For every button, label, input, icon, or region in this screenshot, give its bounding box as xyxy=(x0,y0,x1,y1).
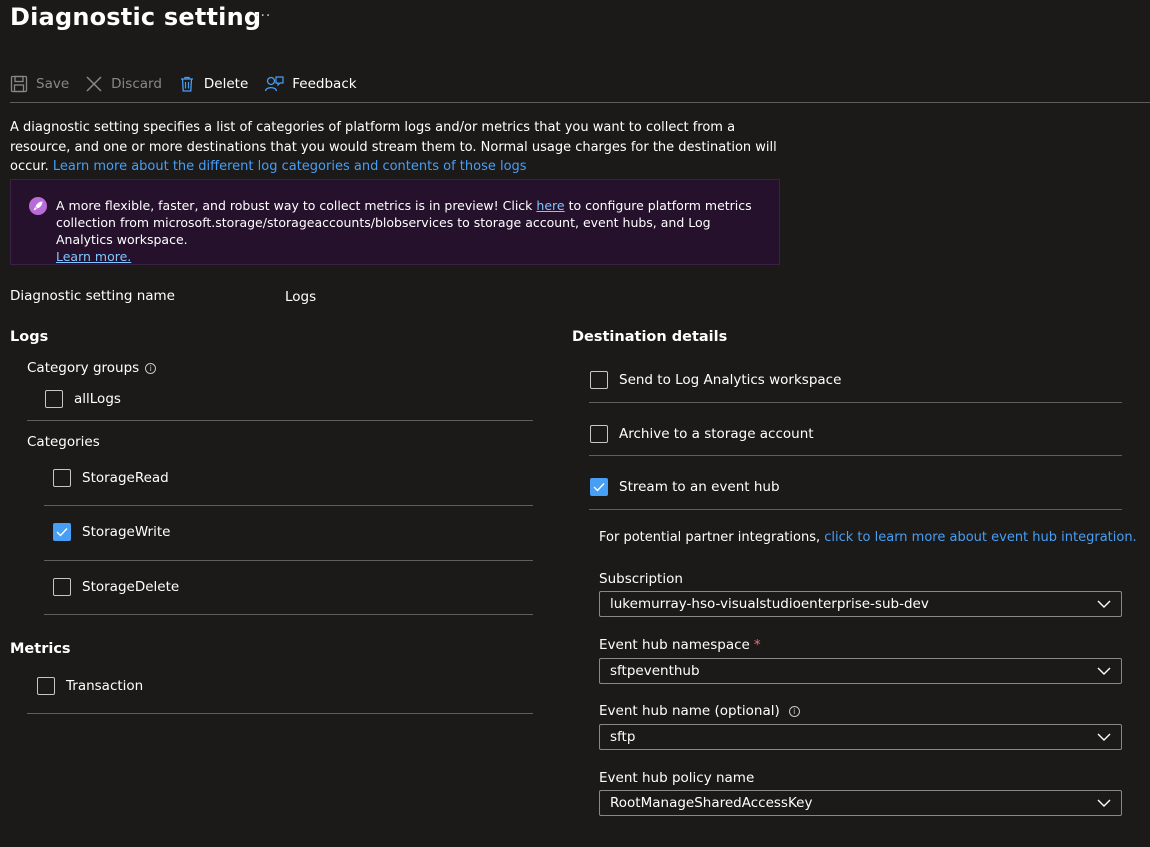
all-logs-checkbox[interactable] xyxy=(45,390,63,408)
all-logs-label: allLogs xyxy=(74,391,121,407)
partner-integrations: For potential partner integrations, clic… xyxy=(599,530,1137,545)
delete-label: Delete xyxy=(203,76,249,92)
discard-button[interactable]: Discard xyxy=(85,75,162,93)
all-logs-checkbox-row[interactable]: allLogs xyxy=(45,390,121,408)
namespace-label-text: Event hub namespace xyxy=(599,637,750,653)
categories-label: Categories xyxy=(27,434,100,450)
preview-banner: A more flexible, faster, and robust way … xyxy=(10,179,780,265)
destination-log-analytics[interactable]: Send to Log Analytics workspace xyxy=(590,371,841,389)
feedback-icon xyxy=(265,76,284,92)
destination-heading: Destination details xyxy=(572,329,728,345)
namespace-value: sftpeventhub xyxy=(610,663,700,679)
hub-name-dropdown[interactable]: sftp xyxy=(599,724,1122,750)
policy-label: Event hub policy name xyxy=(599,770,755,786)
storage-account-checkbox[interactable] xyxy=(590,425,608,443)
info-icon[interactable]: i xyxy=(145,362,157,374)
partner-text: For potential partner integrations, xyxy=(599,530,821,545)
namespace-label: Event hub namespace * xyxy=(599,637,761,653)
save-label: Save xyxy=(36,76,70,92)
transaction-checkbox[interactable] xyxy=(37,677,55,695)
metrics-heading: Metrics xyxy=(10,641,71,657)
required-marker: * xyxy=(753,637,761,653)
banner-message: A more flexible, faster, and robust way … xyxy=(56,197,771,265)
event-hub-integration-link[interactable]: click to learn more about event hub inte… xyxy=(824,530,1136,545)
log-analytics-label: Send to Log Analytics workspace xyxy=(619,372,842,388)
divider xyxy=(589,455,1122,456)
storage-read-checkbox[interactable] xyxy=(53,469,71,487)
save-icon xyxy=(10,75,28,93)
metric-transaction[interactable]: Transaction xyxy=(37,677,143,695)
delete-button[interactable]: Delete xyxy=(178,75,248,93)
divider xyxy=(44,614,533,615)
chevron-down-icon xyxy=(1097,733,1111,741)
namespace-dropdown[interactable]: sftpeventhub xyxy=(599,658,1122,684)
category-groups-label: Category groups i xyxy=(27,360,157,376)
more-options-button[interactable]: ··· xyxy=(255,8,271,24)
storage-write-label: StorageWrite xyxy=(82,524,171,540)
category-groups-text: Category groups xyxy=(27,360,140,376)
hub-name-label: Event hub name (optional) i xyxy=(599,703,800,719)
transaction-label: Transaction xyxy=(66,678,144,694)
event-hub-checkbox[interactable] xyxy=(590,478,608,496)
banner-text-before: A more flexible, faster, and robust way … xyxy=(56,198,533,213)
hub-name-label-text: Event hub name (optional) xyxy=(599,703,780,719)
subscription-dropdown[interactable]: lukemurray-hso-visualstudioenterprise-su… xyxy=(599,591,1122,617)
category-storage-delete[interactable]: StorageDelete xyxy=(53,578,179,596)
banner-learn-more-link[interactable]: Learn more. xyxy=(56,249,131,264)
page-title: Diagnostic setting xyxy=(10,3,262,31)
checkmark-icon xyxy=(593,483,605,492)
close-icon xyxy=(86,76,102,92)
feedback-button[interactable]: Feedback xyxy=(264,75,357,93)
hub-name-value: sftp xyxy=(610,729,636,745)
toolbar-divider xyxy=(10,102,1150,103)
destination-event-hub[interactable]: Stream to an event hub xyxy=(590,478,780,496)
trash-icon xyxy=(180,76,193,92)
chevron-down-icon xyxy=(1097,799,1111,807)
policy-value: RootManageSharedAccessKey xyxy=(610,795,813,811)
subscription-label: Subscription xyxy=(599,571,683,587)
description: A diagnostic setting specifies a list of… xyxy=(10,118,780,177)
feedback-label: Feedback xyxy=(292,76,357,92)
banner-here-link[interactable]: here xyxy=(536,198,564,213)
chevron-down-icon xyxy=(1097,667,1111,675)
command-bar: Save Discard Delete Feedback xyxy=(10,70,373,98)
divider xyxy=(27,713,533,714)
policy-dropdown[interactable]: RootManageSharedAccessKey xyxy=(599,790,1122,816)
category-storage-write[interactable]: StorageWrite xyxy=(53,523,170,541)
save-button[interactable]: Save xyxy=(10,75,69,93)
divider xyxy=(44,560,533,561)
storage-account-label: Archive to a storage account xyxy=(619,426,814,442)
storage-read-label: StorageRead xyxy=(82,470,169,486)
checkmark-icon xyxy=(56,528,68,537)
info-icon[interactable]: i xyxy=(788,705,800,717)
divider xyxy=(44,505,533,506)
chevron-down-icon xyxy=(1097,600,1111,608)
logs-heading: Logs xyxy=(10,329,49,345)
learn-more-log-categories-link[interactable]: Learn more about the different log categ… xyxy=(53,159,527,174)
storage-delete-label: StorageDelete xyxy=(82,579,180,595)
category-storage-read[interactable]: StorageRead xyxy=(53,469,169,487)
event-hub-label: Stream to an event hub xyxy=(619,479,780,495)
discard-label: Discard xyxy=(111,76,162,92)
log-analytics-checkbox[interactable] xyxy=(590,371,608,389)
divider xyxy=(589,509,1122,510)
divider xyxy=(589,402,1122,403)
rocket-icon xyxy=(29,197,47,215)
subscription-value: lukemurray-hso-visualstudioenterprise-su… xyxy=(610,596,929,612)
setting-name-value: Logs xyxy=(285,289,317,305)
divider xyxy=(27,420,533,421)
destination-storage-account[interactable]: Archive to a storage account xyxy=(590,425,814,443)
storage-delete-checkbox[interactable] xyxy=(53,578,71,596)
storage-write-checkbox[interactable] xyxy=(53,523,71,541)
setting-name-label: Diagnostic setting name xyxy=(10,288,175,304)
